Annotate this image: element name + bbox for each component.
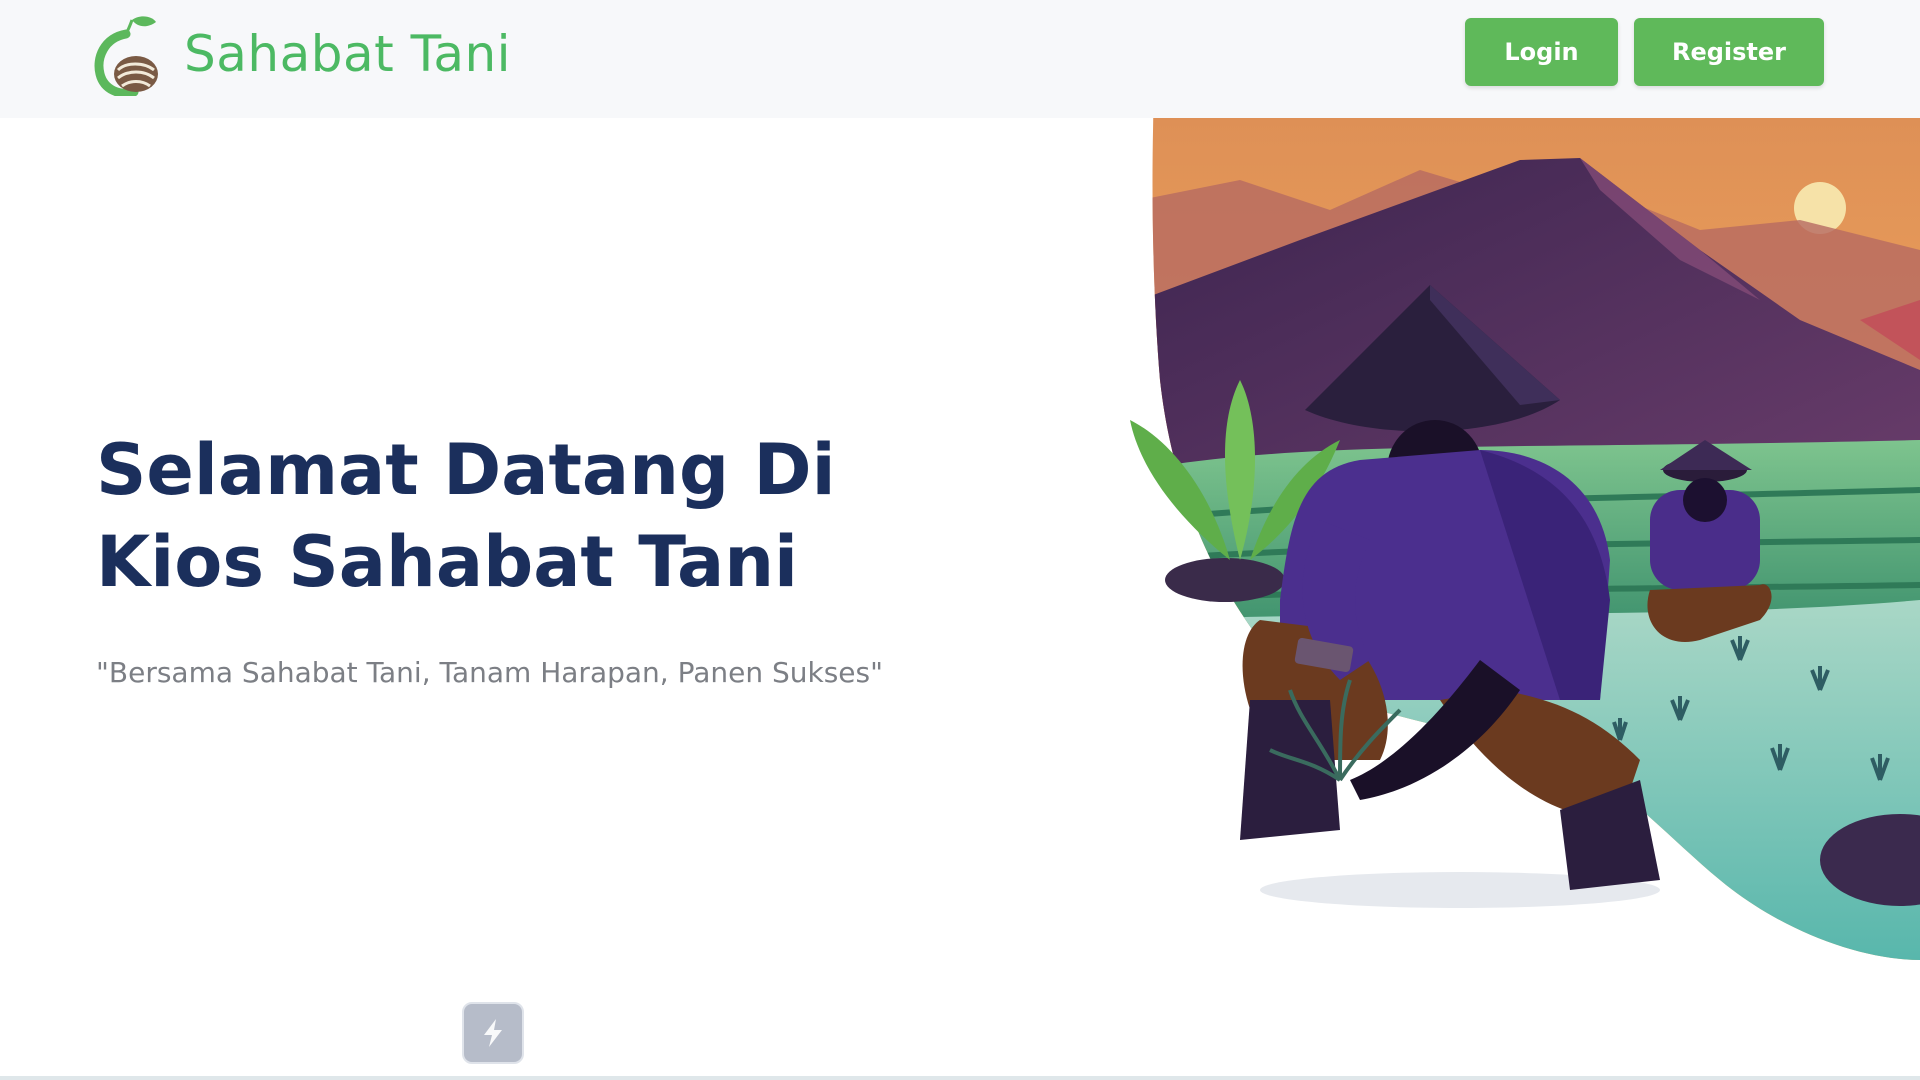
hero-title-line-2: Kios Sahabat Tani	[96, 521, 799, 603]
bottom-divider	[0, 1076, 1920, 1080]
register-button[interactable]: Register	[1634, 18, 1824, 86]
hero-title: Selamat Datang Di Kios Sahabat Tani	[96, 424, 836, 608]
leaf-field-logo-icon	[94, 16, 158, 96]
hero-title-line-1: Selamat Datang Di	[96, 429, 836, 511]
login-button[interactable]: Login	[1465, 18, 1618, 86]
hero-tagline: "Bersama Sahabat Tani, Tanam Harapan, Pa…	[96, 656, 883, 689]
brand[interactable]: Sahabat Tani	[92, 12, 511, 96]
floating-widget-button[interactable]	[462, 1002, 524, 1064]
brand-name: Sahabat Tani	[184, 25, 512, 83]
header-bar: Sahabat Tani Login Register	[0, 0, 1920, 118]
lightning-bolt-icon	[484, 1019, 502, 1047]
